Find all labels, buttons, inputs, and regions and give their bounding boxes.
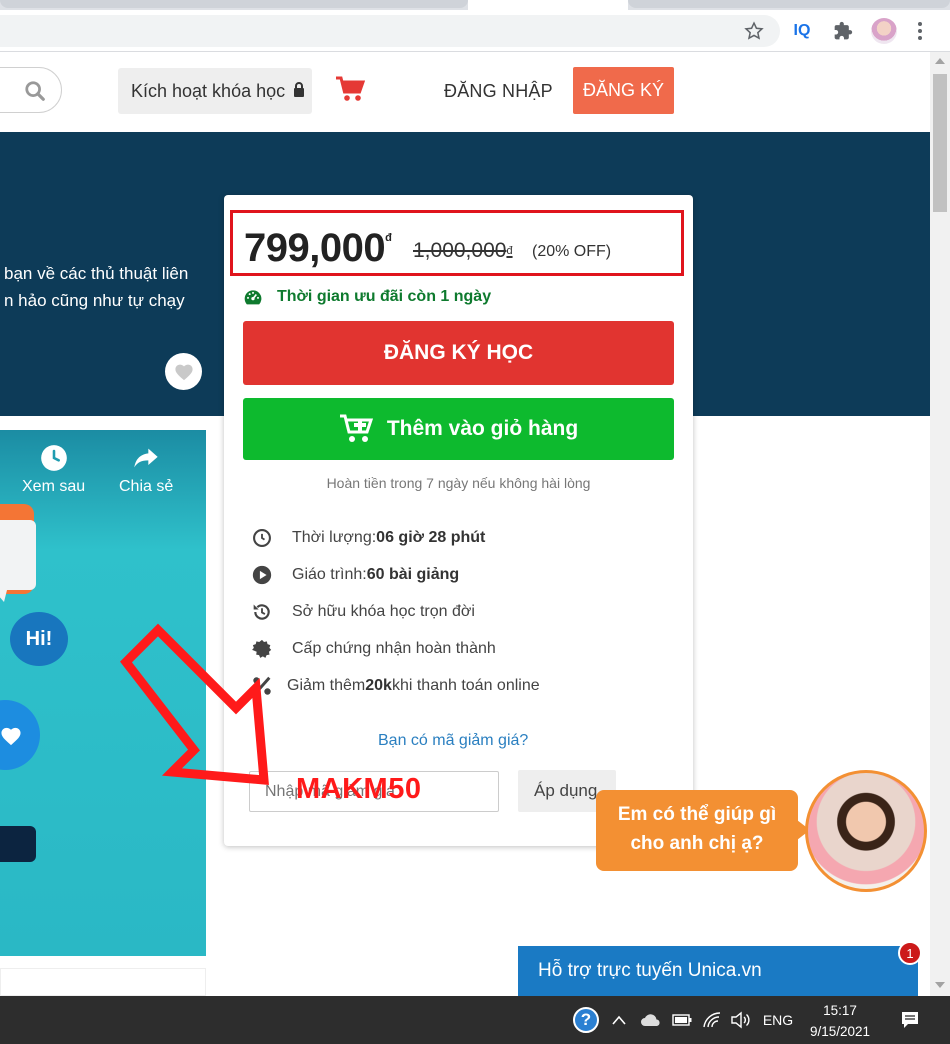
hi-bubble: Hi! xyxy=(10,612,68,666)
chat-bubble-illustration xyxy=(0,520,36,602)
scroll-up-arrow-icon[interactable] xyxy=(935,58,945,64)
feature-label: Thời lượng: xyxy=(292,529,377,546)
current-price-value: 799,000 xyxy=(244,226,386,270)
browser-toolbar: IQ xyxy=(0,10,950,52)
feature-label: Sở hữu khóa học trọn đời xyxy=(292,603,475,620)
address-bar[interactable] xyxy=(0,15,780,47)
feature-lifetime: Sở hữu khóa học trọn đời xyxy=(251,601,475,623)
share-icon xyxy=(134,448,158,468)
extensions-puzzle-icon[interactable] xyxy=(831,19,855,43)
speedometer-icon xyxy=(244,290,262,305)
feature-label: Giảm thêm xyxy=(287,677,366,694)
chat-greeting-line: cho anh chị ạ? xyxy=(630,833,764,854)
feature-suffix: khi thanh toán online xyxy=(391,677,540,694)
feature-value: 06 giờ 28 phút xyxy=(376,529,486,546)
feature-duration: Thời lượng: 06 giờ 28 phút xyxy=(251,527,485,549)
share-label: Chia sẻ xyxy=(119,478,174,495)
input-language[interactable]: ENG xyxy=(760,996,796,1044)
profile-avatar[interactable] xyxy=(871,18,897,44)
enroll-button[interactable]: ĐĂNG KÝ HỌC xyxy=(243,321,674,385)
chevron-up-icon[interactable] xyxy=(608,996,630,1044)
browser-tab[interactable] xyxy=(0,0,468,8)
clock-icon xyxy=(40,445,67,471)
taskbar-clock[interactable]: 15:17 9/15/2021 xyxy=(800,1000,880,1042)
chat-greeting-bubble[interactable]: Em có thể giúp gì cho anh chị ạ? xyxy=(596,790,810,871)
clock-date: 9/15/2021 xyxy=(809,1024,871,1039)
refund-note: Hoàn tiền trong 7 ngày nếu không hài lòn… xyxy=(326,475,591,491)
wishlist-button[interactable] xyxy=(165,353,202,390)
add-to-cart-button[interactable]: Thêm vào giỏ hàng xyxy=(243,398,674,460)
volume-icon[interactable] xyxy=(728,996,754,1044)
browser-tab[interactable] xyxy=(628,0,950,8)
signup-button[interactable]: ĐĂNG KÝ xyxy=(573,67,674,114)
discount-percent: (20% OFF) xyxy=(532,243,612,260)
offer-countdown: Thời gian ưu đãi còn 1 ngày xyxy=(243,288,491,306)
cart-plus-icon xyxy=(339,414,373,442)
annotation-arrow xyxy=(118,620,278,795)
notification-badge: 1 xyxy=(898,941,922,965)
shopping-cart-icon[interactable] xyxy=(335,76,366,104)
battery-icon[interactable] xyxy=(670,996,694,1044)
heart-icon xyxy=(174,364,193,380)
watch-later-button[interactable]: Xem sau xyxy=(22,444,85,496)
feature-label: Cấp chứng nhận hoàn thành xyxy=(292,640,496,657)
search-icon[interactable] xyxy=(24,80,46,102)
notifications-icon[interactable] xyxy=(896,996,924,1044)
page-scrollbar[interactable] xyxy=(930,52,950,996)
support-agent-avatar[interactable] xyxy=(805,770,927,892)
browser-tabstrip xyxy=(0,0,950,10)
content-card xyxy=(0,968,206,996)
currency-symbol: đ xyxy=(506,245,513,257)
feature-label: Giáo trình: xyxy=(292,566,367,583)
heart-icon xyxy=(0,726,22,751)
annotation-coupon-code: MAKM50 xyxy=(296,773,422,805)
browser-menu-icon[interactable] xyxy=(908,19,932,43)
iq-extension-icon[interactable]: IQ xyxy=(790,19,814,43)
feature-value: 20k xyxy=(365,677,392,694)
coupon-toggle-link[interactable]: Bạn có mã giảm giá? xyxy=(378,732,528,750)
current-price: 799,000đ xyxy=(244,226,392,271)
course-description: bạn về các thủ thuật liên n hảo cũng như… xyxy=(4,260,188,314)
feature-online-discount: Giảm thêm 20k khi thanh toán online xyxy=(251,675,540,697)
illustration-block xyxy=(0,826,36,862)
chat-greeting-line: Em có thể giúp gì xyxy=(617,804,777,825)
description-line: n hảo cũng như tự chạy xyxy=(4,291,185,310)
bookmark-star-icon[interactable] xyxy=(742,19,766,43)
clock-time: 15:17 xyxy=(823,1003,857,1018)
feature-lessons: Giáo trình: 60 bài giảng xyxy=(251,564,459,586)
currency-symbol: đ xyxy=(385,232,392,244)
lock-icon xyxy=(293,81,305,102)
login-link[interactable]: ĐĂNG NHẬP xyxy=(444,81,553,102)
activate-course-button[interactable]: Kích hoạt khóa học xyxy=(118,68,312,114)
online-support-bar[interactable]: Hỗ trợ trực tuyến Unica.vn xyxy=(518,946,918,996)
help-icon[interactable]: ? xyxy=(570,996,602,1044)
feature-certificate: Cấp chứng nhận hoàn thành xyxy=(251,638,496,660)
description-line: bạn về các thủ thuật liên xyxy=(4,264,189,283)
countdown-text: Thời gian ưu đãi còn 1 ngày xyxy=(277,288,492,305)
online-support-label: Hỗ trợ trực tuyến Unica.vn xyxy=(538,960,762,981)
clock-icon xyxy=(251,527,273,549)
browser-tab-active[interactable] xyxy=(468,0,628,10)
play-circle-icon xyxy=(251,564,273,586)
cloud-icon[interactable] xyxy=(638,996,664,1044)
original-price: 1,000,000đ xyxy=(413,239,513,263)
wifi-icon[interactable] xyxy=(700,996,724,1044)
share-button[interactable]: Chia sẻ xyxy=(119,444,173,496)
watch-later-label: Xem sau xyxy=(22,478,86,495)
scrollbar-thumb[interactable] xyxy=(933,74,947,212)
original-price-value: 1,000,000 xyxy=(413,239,507,262)
activate-course-label: Kích hoạt khóa học xyxy=(131,80,286,101)
scroll-down-arrow-icon[interactable] xyxy=(935,982,945,988)
add-to-cart-label: Thêm vào giỏ hàng xyxy=(386,417,579,440)
feature-value: 60 bài giảng xyxy=(366,566,460,583)
